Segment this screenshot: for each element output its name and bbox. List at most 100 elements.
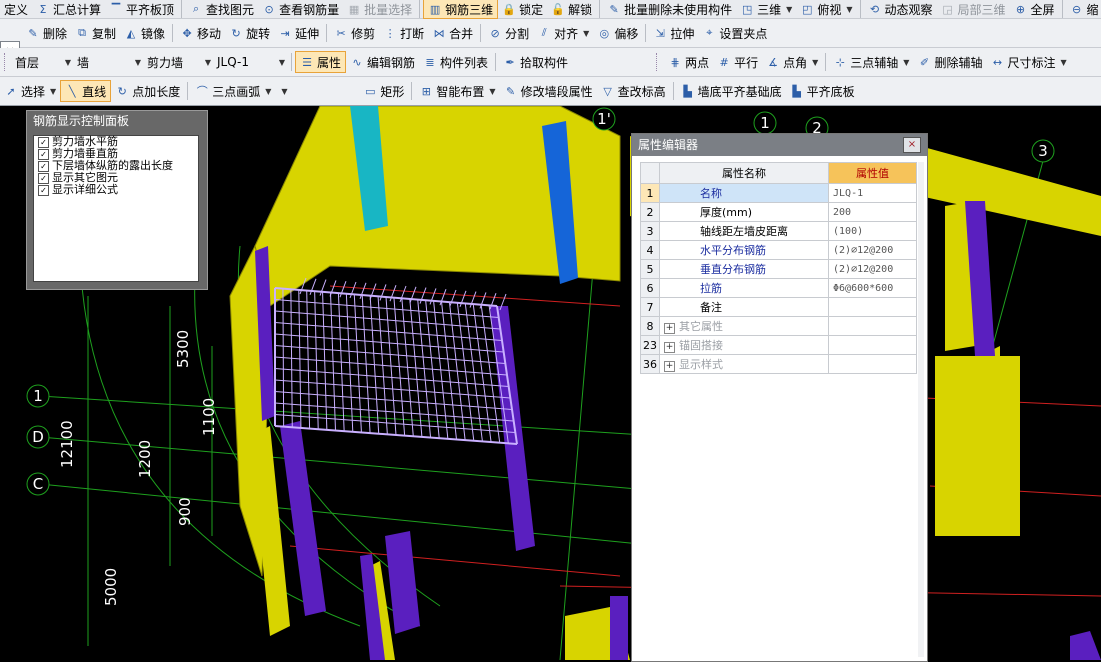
tb3-button-properties[interactable]: ☰ 属性 xyxy=(295,51,347,73)
tb4-button-modify-wall[interactable]: ✎ 修改墙段属性 xyxy=(500,80,597,102)
tb1-button-blank[interactable]: 定义 xyxy=(0,0,32,18)
tb1-button-unlock[interactable]: 🔓 解锁 xyxy=(547,0,596,18)
category-select[interactable]: 墙 ▼ xyxy=(74,52,144,72)
property-row[interactable]: 3 轴线距左墙皮距离 (100) xyxy=(640,221,917,241)
checkbox[interactable]: ✓ xyxy=(38,160,49,172)
chevron-down-icon[interactable]: ▼ xyxy=(50,87,56,96)
tb2-button-align[interactable]: ⫽ 对齐 ▼ xyxy=(533,22,593,44)
property-row[interactable]: 8 + 其它属性 xyxy=(640,316,917,336)
tb1-button-find-element[interactable]: ⌕ 查找图元 xyxy=(185,0,258,18)
property-row[interactable]: 6 拉筋 Φ6@600*600 xyxy=(640,278,917,298)
tb3r-button-delete-axis[interactable]: ✐ 删除辅轴 xyxy=(913,51,986,73)
tb2-button-break[interactable]: ⋮ 打断 xyxy=(379,22,428,44)
chevron-down-icon[interactable]: ▼ xyxy=(583,29,589,38)
tb1-button-view-rebar[interactable]: ⊙ 查看钢筋量 xyxy=(258,0,343,18)
right-wall[interactable] xyxy=(935,356,1020,536)
tb3r-button-two-point-axis[interactable]: ⋕ 两点 xyxy=(664,51,713,73)
tb2-button-mirror[interactable]: ◭ 镜像 xyxy=(120,22,169,44)
rebar-option[interactable]: ✓ 显示详细公式 xyxy=(38,184,198,196)
property-value-cell[interactable]: (2)⌀12@200 xyxy=(828,259,917,279)
column[interactable] xyxy=(610,596,628,660)
property-value-cell[interactable]: Φ6@600*600 xyxy=(828,278,917,298)
tb2-button-merge[interactable]: ⋈ 合并 xyxy=(428,22,477,44)
tb3r-button-point-angle[interactable]: ∡ 点角 ▼ xyxy=(762,51,822,73)
tb4-button-rectangle[interactable]: ▭ 矩形 xyxy=(359,80,408,102)
checkbox[interactable]: ✓ xyxy=(38,184,49,196)
tb4-button-elevation[interactable]: ▽ 查改标高 xyxy=(597,80,670,102)
column[interactable] xyxy=(490,306,535,551)
checkbox[interactable]: ✓ xyxy=(38,136,49,148)
tb3-button-component-list[interactable]: ≣ 构件列表 xyxy=(419,51,492,73)
chevron-down-icon[interactable]: ▼ xyxy=(265,87,271,96)
chevron-down-icon[interactable]: ▼ xyxy=(489,87,495,96)
type-select[interactable]: 剪力墙 ▼ xyxy=(144,52,214,72)
property-row[interactable]: 36 + 显示样式 xyxy=(640,354,917,374)
expand-icon[interactable]: + xyxy=(664,323,675,334)
property-value-cell[interactable] xyxy=(828,297,917,317)
tb2-button-offset[interactable]: ◎ 偏移 xyxy=(593,22,642,44)
property-value-cell[interactable] xyxy=(828,354,917,374)
tb3r-button-dimension[interactable]: ↔ 尺寸标注 ▼ xyxy=(986,51,1070,73)
tb4-button-blank[interactable]: ▼ xyxy=(275,80,359,102)
column[interactable] xyxy=(280,421,326,616)
tb1-button-top-view[interactable]: ◰ 俯视 ▼ xyxy=(796,0,856,18)
property-row[interactable]: 2 厚度(mm) 200 xyxy=(640,202,917,222)
chevron-down-icon[interactable]: ▼ xyxy=(786,5,792,14)
property-value-cell[interactable]: (100) xyxy=(828,221,917,241)
tb4-button-point-length[interactable]: ↻ 点加长度 xyxy=(111,80,184,102)
chevron-down-icon[interactable]: ▼ xyxy=(846,5,852,14)
close-icon[interactable]: × xyxy=(903,137,921,153)
tb4-button-cursor[interactable]: ➚ 选择 ▼ xyxy=(0,80,60,102)
property-value-cell[interactable]: (2)⌀12@200 xyxy=(828,240,917,260)
tb2-button-split[interactable]: ⊘ 分割 xyxy=(484,22,533,44)
right-wall-edge[interactable] xyxy=(980,346,1000,496)
tb4-button-smart-layout[interactable]: ⊞ 智能布置 ▼ xyxy=(415,80,499,102)
property-value-cell[interactable]: JLQ-1 xyxy=(828,183,917,203)
tb1-button-align-top[interactable]: ▔ 平齐板顶 xyxy=(105,0,178,18)
tb1-button-lock[interactable]: 🔒 锁定 xyxy=(498,0,547,18)
tb2-button-grip-point[interactable]: ⌖ 设置夹点 xyxy=(698,22,771,44)
component-select[interactable]: JLQ-1 ▼ xyxy=(214,52,288,72)
property-row[interactable]: 7 备注 xyxy=(640,297,917,317)
vertical-scrollbar[interactable] xyxy=(918,162,924,657)
floor-select[interactable]: 首层 ▼ xyxy=(12,52,74,72)
column[interactable] xyxy=(385,531,420,634)
column[interactable] xyxy=(1070,631,1101,660)
tb3-button-pick-component[interactable]: ✒ 拾取构件 xyxy=(499,51,572,73)
tb1-button-batch-delete[interactable]: ✎ 批量删除未使用构件 xyxy=(603,0,736,18)
tb2-button-rotate[interactable]: ↻ 旋转 xyxy=(225,22,274,44)
chevron-down-icon[interactable]: ▼ xyxy=(1060,58,1066,67)
tb1-button-3d-view[interactable]: ◳ 三维 ▼ xyxy=(736,0,796,18)
tb1-button-rebar-3d[interactable]: ▥ 钢筋三维 xyxy=(423,0,499,19)
tb1-button-orbit[interactable]: ⟲ 动态观察 xyxy=(864,0,937,18)
tb1-button-fullscreen[interactable]: ⊕ 全屏 xyxy=(1010,0,1059,18)
expand-icon[interactable]: + xyxy=(664,342,675,353)
property-row[interactable]: 4 水平分布钢筋 (2)⌀12@200 xyxy=(640,240,917,260)
checkbox[interactable]: ✓ xyxy=(38,172,49,184)
property-editor-titlebar[interactable]: 属性编辑器 × xyxy=(632,134,927,156)
tb3-button-edit-rebar[interactable]: ∿ 编辑钢筋 xyxy=(346,51,419,73)
tb3r-button-parallel-axis[interactable]: # 平行 xyxy=(713,51,762,73)
tb2-button-stretch[interactable]: ⇲ 拉伸 xyxy=(649,22,698,44)
expand-icon[interactable]: + xyxy=(664,361,675,372)
property-row[interactable]: 5 垂直分布钢筋 (2)⌀12@200 xyxy=(640,259,917,279)
tb2-button-extend[interactable]: ⇥ 延伸 xyxy=(274,22,323,44)
tb1-button-zoom[interactable]: ⊖ 缩 xyxy=(1066,0,1101,18)
tb2-button-trim[interactable]: ✂ 修剪 xyxy=(330,22,379,44)
tb4-button-arc[interactable]: ⌒ 三点画弧 ▼ xyxy=(191,80,275,102)
tb2-button-delete[interactable]: ✎ 删除 xyxy=(22,22,71,44)
toolbar-grip[interactable] xyxy=(4,53,8,71)
tb2-button-copy[interactable]: ⧉ 复制 xyxy=(71,22,120,44)
property-row[interactable]: 1 名称 JLQ-1 xyxy=(640,183,917,203)
chevron-down-icon[interactable]: ▼ xyxy=(812,58,818,67)
checkbox[interactable]: ✓ xyxy=(38,148,49,160)
property-value-cell[interactable] xyxy=(828,316,917,336)
property-value-cell[interactable] xyxy=(828,335,917,355)
toolbar-grip[interactable] xyxy=(656,53,660,71)
tb3r-button-three-point-axis[interactable]: ⊹ 三点辅轴 ▼ xyxy=(829,51,913,73)
tb1-button-batch-select[interactable]: ▦ 批量选择 xyxy=(343,0,416,18)
chevron-down-icon[interactable]: ▼ xyxy=(903,58,909,67)
tb4-button-align-slab[interactable]: ▙ 平齐底板 xyxy=(786,80,859,102)
tb4-button-wall-base-align[interactable]: ▙ 墙底平齐基础底 xyxy=(677,80,786,102)
property-value-cell[interactable]: 200 xyxy=(828,202,917,222)
